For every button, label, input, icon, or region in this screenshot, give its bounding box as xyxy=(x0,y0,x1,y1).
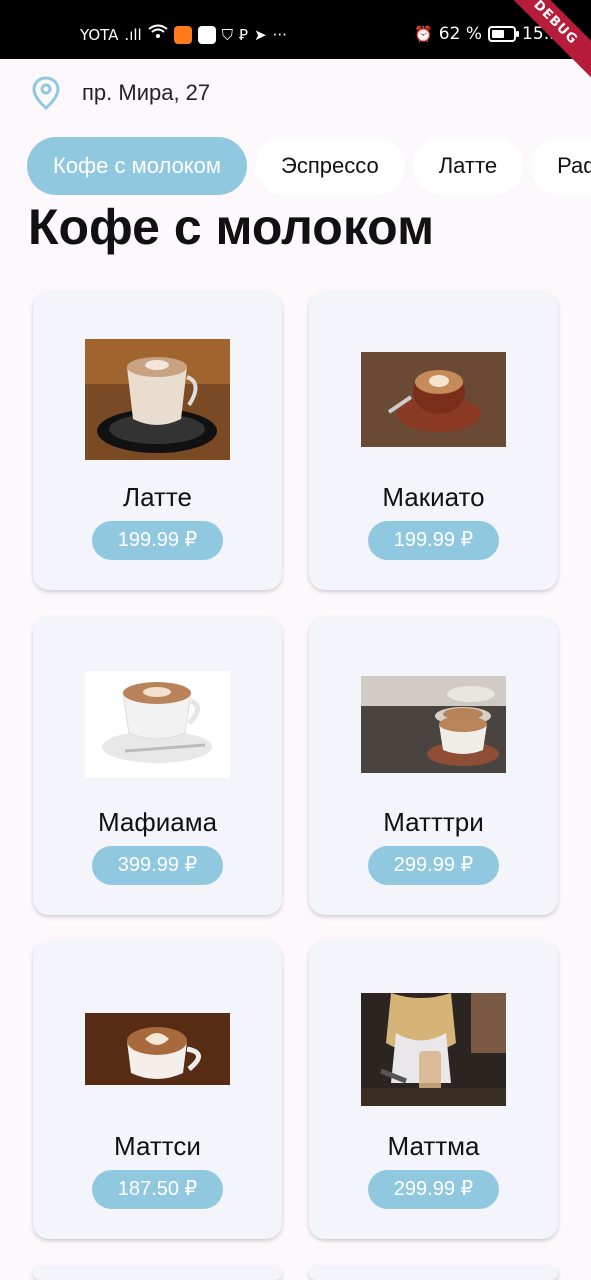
tab-raf[interactable]: Раф xyxy=(531,137,591,195)
product-card[interactable]: Маттма 299.99 ₽ xyxy=(309,941,558,1239)
product-image xyxy=(85,1013,230,1085)
tab-latte[interactable]: Латте xyxy=(412,137,524,195)
app-notification-icon xyxy=(173,25,192,44)
product-image xyxy=(85,339,230,460)
product-name: Маттси xyxy=(114,1131,201,1161)
alarm-icon: ⏰ xyxy=(414,25,433,43)
product-card[interactable]: Маттси 187.50 ₽ xyxy=(33,941,282,1239)
battery-fill xyxy=(492,30,504,38)
product-name: Матттри xyxy=(383,807,484,837)
product-card[interactable]: Мафиама 399.99 ₽ xyxy=(33,617,282,915)
product-card[interactable]: Матттри 299.99 ₽ xyxy=(309,617,558,915)
product-image xyxy=(361,993,506,1106)
category-tabs: Кофе с молоком Эспрессо Латте Раф xyxy=(27,137,591,195)
tab-espresso[interactable]: Эспрессо xyxy=(255,137,405,195)
status-bar: YOTA .ıll ⛉ Ꝑ ➤ ··· ⏰ 62 % 15:52 DEBUG xyxy=(0,0,591,89)
tab-coffee-with-milk[interactable]: Кофе с молоком xyxy=(27,137,248,195)
product-image xyxy=(361,676,506,773)
product-name: Маттма xyxy=(387,1131,480,1161)
battery-percent: 62 % xyxy=(438,24,482,44)
price-badge[interactable]: 199.99 ₽ xyxy=(92,521,223,560)
product-name: Мафиама xyxy=(97,807,218,837)
product-card[interactable] xyxy=(33,1266,282,1280)
carrier-label: YOTA xyxy=(80,25,119,44)
telegram-icon: ➤ xyxy=(254,25,267,44)
status-left: YOTA .ıll ⛉ Ꝑ ➤ ··· xyxy=(80,24,287,45)
battery-icon xyxy=(488,26,519,42)
price-badge[interactable]: 399.99 ₽ xyxy=(92,846,223,885)
shield-icon: ⛉ xyxy=(221,25,233,44)
section-title: Кофе с молоком xyxy=(28,199,435,255)
product-card[interactable]: Латте 199.99 ₽ xyxy=(33,292,282,590)
product-card[interactable] xyxy=(309,1266,558,1280)
product-name: Латте xyxy=(123,482,192,512)
product-name: Макиато xyxy=(382,482,485,512)
product-card[interactable]: Макиато 199.99 ₽ xyxy=(309,292,558,590)
price-badge[interactable]: 199.99 ₽ xyxy=(368,521,499,560)
more-icon: ··· xyxy=(272,25,287,44)
price-badge[interactable]: 299.99 ₽ xyxy=(368,1170,499,1209)
address-text: пр. Мира, 27 xyxy=(82,80,211,105)
signal-icon: .ıll xyxy=(124,25,142,44)
product-image xyxy=(361,352,506,447)
price-badge[interactable]: 299.99 ₽ xyxy=(368,846,499,885)
price-badge[interactable]: 187.50 ₽ xyxy=(92,1170,223,1209)
debug-banner: DEBUG xyxy=(489,0,591,89)
ruble-app-icon: Ꝑ xyxy=(238,25,249,44)
location-pin-icon xyxy=(32,76,60,110)
product-image xyxy=(85,671,230,778)
address-bar[interactable]: пр. Мира, 27 xyxy=(32,76,210,110)
wifi-icon xyxy=(148,24,168,45)
app-notification-icon xyxy=(197,25,216,44)
